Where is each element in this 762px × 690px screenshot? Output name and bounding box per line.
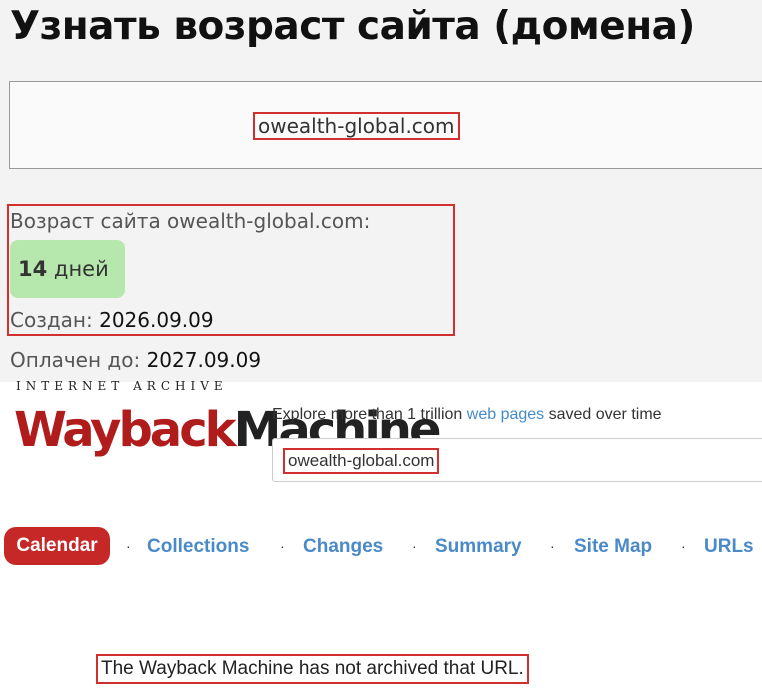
- paid-until-value: 2027.09.09: [146, 348, 262, 372]
- tagline-end: saved over time: [548, 406, 662, 423]
- wayback-tagline: Explore more than 1 trillion web pages s…: [272, 405, 662, 425]
- domain-input[interactable]: owealth-global.com: [9, 81, 762, 169]
- tab-separator: ·: [550, 538, 555, 554]
- age-result-block: Возраст сайта owealth-global.com: 14 дне…: [7, 204, 455, 336]
- tab-changes[interactable]: Changes: [303, 527, 383, 567]
- tab-separator: ·: [681, 538, 686, 554]
- tab-calendar[interactable]: Calendar: [4, 527, 110, 565]
- domain-age-panel: Узнать возраст сайта (домена) owealth-gl…: [0, 0, 762, 382]
- page-title: Узнать возраст сайта (домена): [10, 4, 695, 49]
- tagline-start: Explore more than 1 trillion: [272, 406, 463, 423]
- tab-collections[interactable]: Collections: [147, 527, 249, 567]
- age-badge: 14 дней: [10, 240, 125, 298]
- created-value: 2026.09.09: [99, 308, 214, 332]
- logo-word-wayback: Wayback: [14, 402, 237, 458]
- tab-urls[interactable]: URLs: [704, 527, 754, 567]
- tab-site-map[interactable]: Site Map: [574, 527, 652, 567]
- paid-until-label: Оплачен до:: [10, 348, 141, 372]
- tab-separator: ·: [280, 538, 285, 554]
- created-label: Создан:: [10, 308, 93, 332]
- web-pages-link[interactable]: web pages: [467, 406, 544, 423]
- age-label: Возраст сайта owealth-global.com:: [10, 209, 371, 233]
- wayback-search-input[interactable]: owealth-global.com: [272, 438, 762, 482]
- age-number: 14: [18, 257, 48, 281]
- tab-separator: ·: [126, 538, 131, 554]
- age-unit: дней: [53, 257, 109, 281]
- tab-summary[interactable]: Summary: [435, 527, 522, 567]
- created-row: Создан: 2026.09.09: [10, 307, 214, 333]
- domain-input-value: owealth-global.com: [253, 112, 460, 140]
- internet-archive-text: INTERNET ARCHIVE: [16, 379, 228, 393]
- not-archived-message: The Wayback Machine has not archived tha…: [96, 654, 529, 684]
- paid-until-row: Оплачен до: 2027.09.09: [10, 347, 261, 373]
- wayback-search-value: owealth-global.com: [283, 448, 440, 474]
- tab-separator: ·: [412, 538, 417, 554]
